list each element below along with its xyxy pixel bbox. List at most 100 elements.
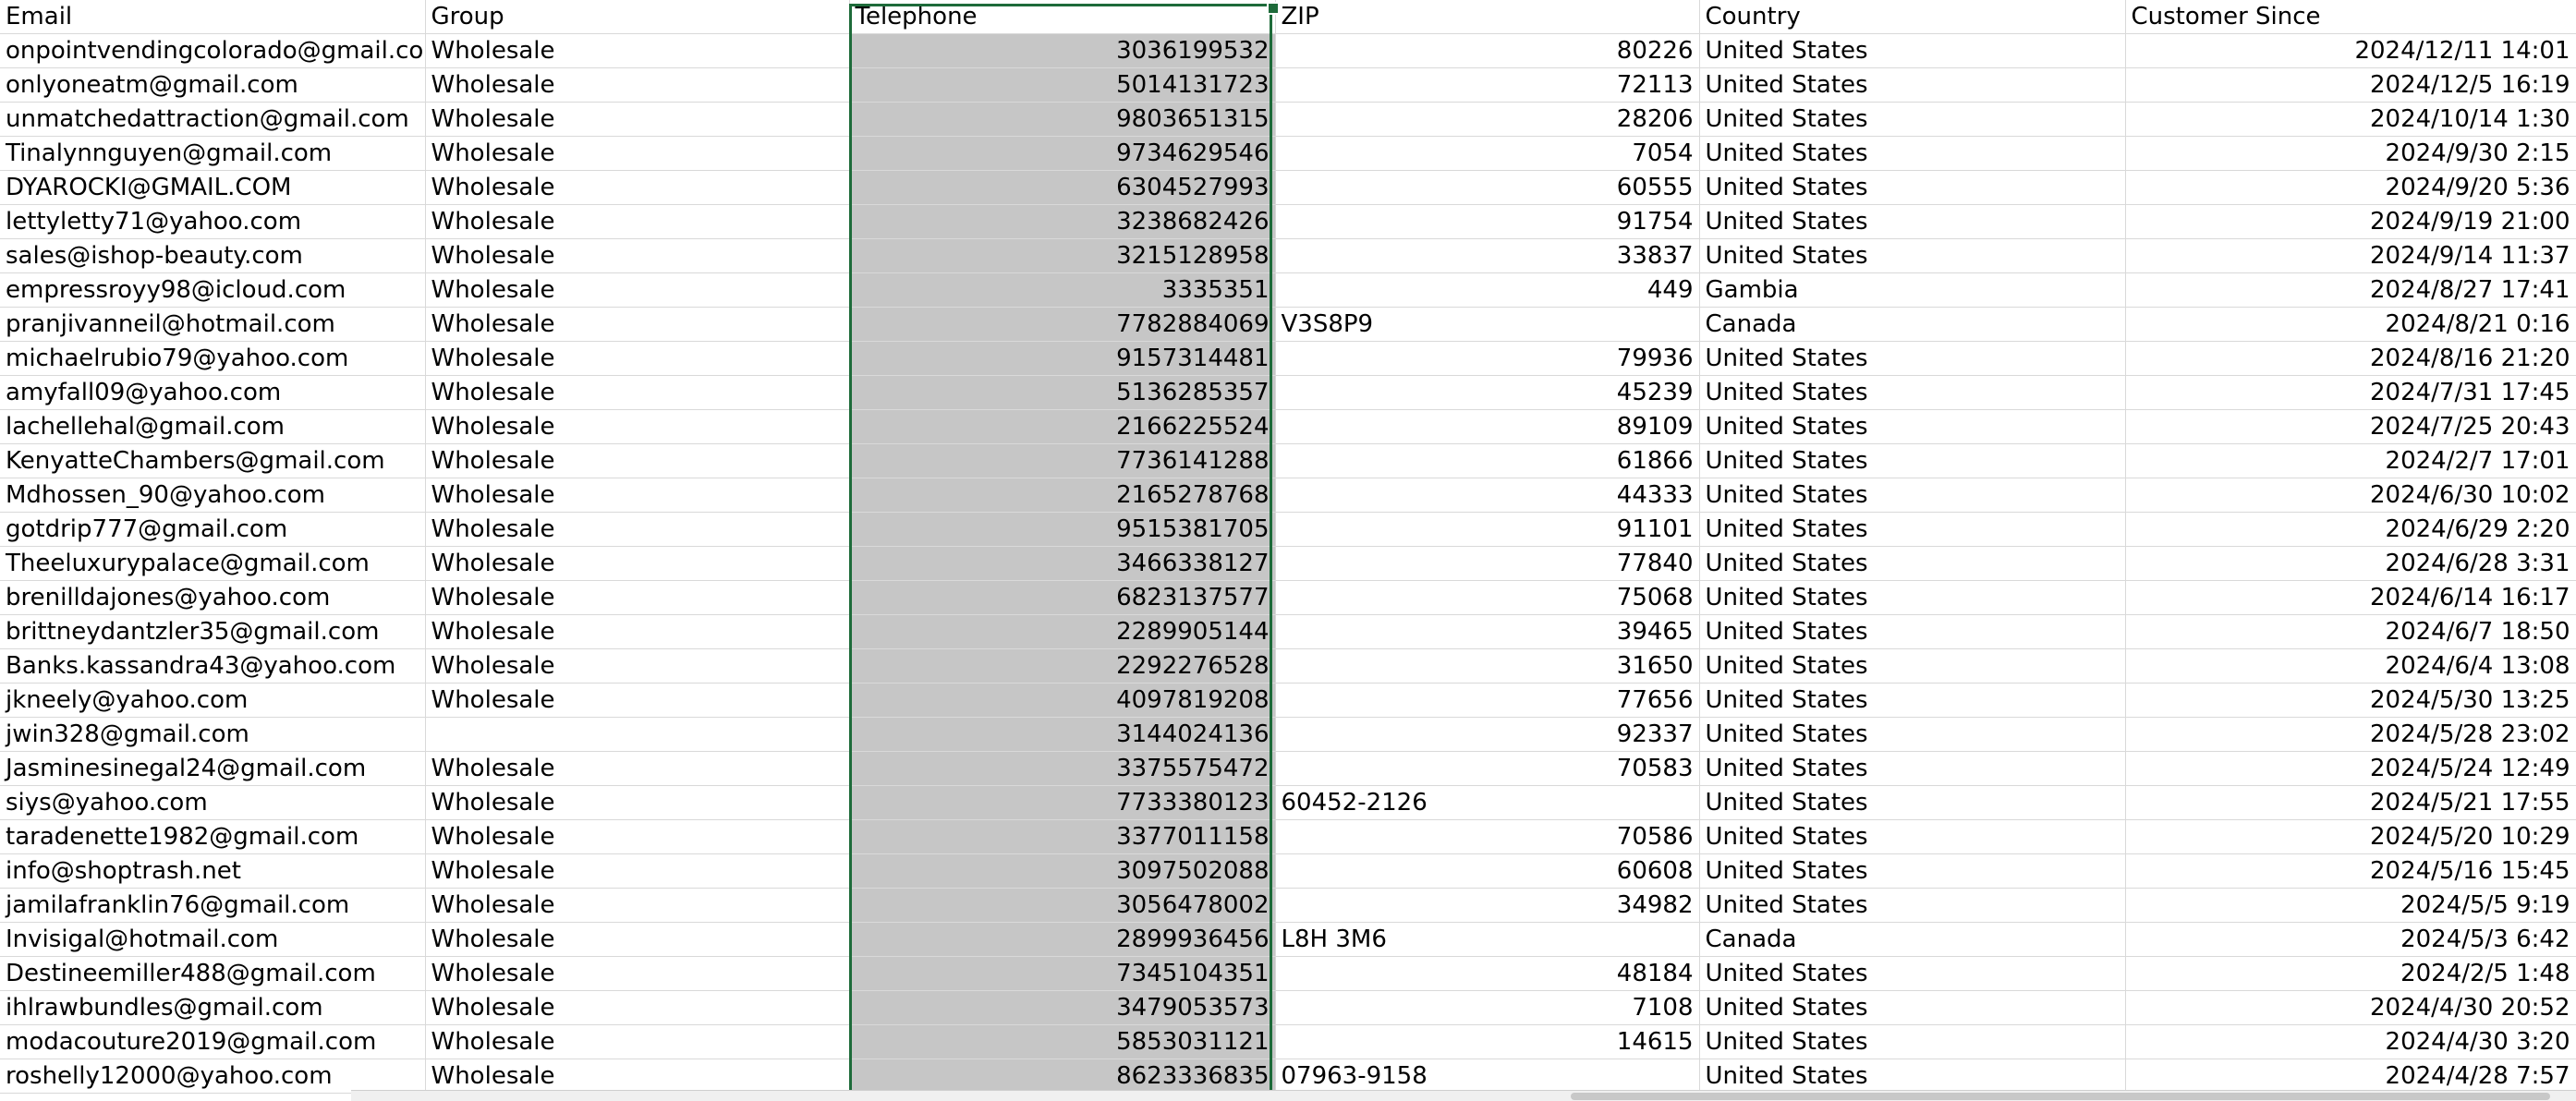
table-cell[interactable]: 3238682426 bbox=[849, 204, 1276, 239]
table-cell[interactable]: 39465 bbox=[1275, 614, 1700, 649]
table-cell[interactable]: 2024/12/5 16:19 bbox=[2125, 67, 2576, 103]
table-cell[interactable]: 9803651315 bbox=[849, 102, 1276, 137]
table-cell[interactable]: Wholesale bbox=[425, 170, 850, 205]
header-cell[interactable]: Group bbox=[425, 0, 850, 34]
table-cell[interactable]: 2024/9/20 5:36 bbox=[2125, 170, 2576, 205]
table-cell[interactable]: 7054 bbox=[1275, 136, 1700, 171]
table-cell[interactable]: 2024/6/4 13:08 bbox=[2125, 648, 2576, 684]
table-cell[interactable]: 3097502088 bbox=[849, 853, 1276, 889]
table-cell[interactable]: 89109 bbox=[1275, 409, 1700, 444]
table-cell[interactable]: Wholesale bbox=[425, 785, 850, 820]
table-cell[interactable]: 91101 bbox=[1275, 512, 1700, 547]
table-cell[interactable]: modacouture2019@gmail.com bbox=[0, 1024, 426, 1059]
table-cell[interactable]: 2024/8/27 17:41 bbox=[2125, 272, 2576, 308]
table-cell[interactable]: United States bbox=[1699, 717, 2126, 752]
table-cell[interactable]: 8623336835 bbox=[849, 1059, 1276, 1094]
table-cell[interactable]: 75068 bbox=[1275, 580, 1700, 615]
table-cell[interactable]: Wholesale bbox=[425, 33, 850, 68]
table-cell[interactable]: United States bbox=[1699, 785, 2126, 820]
table-cell[interactable]: Wholesale bbox=[425, 478, 850, 513]
table-cell[interactable]: United States bbox=[1699, 1024, 2126, 1059]
table-cell[interactable]: United States bbox=[1699, 751, 2126, 786]
table-cell[interactable]: United States bbox=[1699, 990, 2126, 1025]
table-cell[interactable]: Wholesale bbox=[425, 443, 850, 478]
table-cell[interactable]: 70583 bbox=[1275, 751, 1700, 786]
table-cell[interactable]: 60452-2126 bbox=[1275, 785, 1700, 820]
table-cell[interactable]: 28206 bbox=[1275, 102, 1700, 137]
table-cell[interactable]: United States bbox=[1699, 512, 2126, 547]
table-cell[interactable]: Wholesale bbox=[425, 580, 850, 615]
table-cell[interactable]: 9157314481 bbox=[849, 341, 1276, 376]
table-cell[interactable]: Wholesale bbox=[425, 751, 850, 786]
table-cell[interactable]: 2024/9/14 11:37 bbox=[2125, 238, 2576, 273]
header-cell[interactable]: Email bbox=[0, 0, 426, 34]
table-cell[interactable]: 61866 bbox=[1275, 443, 1700, 478]
table-cell[interactable]: amyfall09@yahoo.com bbox=[0, 375, 426, 410]
table-cell[interactable]: jkneely@yahoo.com bbox=[0, 683, 426, 718]
table-cell[interactable]: onpointvendingcolorado@gmail.com bbox=[0, 33, 426, 68]
header-cell[interactable]: Telephone bbox=[849, 0, 1276, 34]
table-cell[interactable]: 5853031121 bbox=[849, 1024, 1276, 1059]
table-cell[interactable]: 9515381705 bbox=[849, 512, 1276, 547]
table-cell[interactable]: 77840 bbox=[1275, 546, 1700, 581]
table-cell[interactable]: 3144024136 bbox=[849, 717, 1276, 752]
table-cell[interactable]: Wholesale bbox=[425, 546, 850, 581]
table-cell[interactable]: 79936 bbox=[1275, 341, 1700, 376]
table-cell[interactable]: 2024/6/29 2:20 bbox=[2125, 512, 2576, 547]
table-cell[interactable]: 48184 bbox=[1275, 956, 1700, 991]
table-cell[interactable]: 7733380123 bbox=[849, 785, 1276, 820]
table-cell[interactable]: taradenette1982@gmail.com bbox=[0, 819, 426, 854]
table-cell[interactable]: 2024/10/14 1:30 bbox=[2125, 102, 2576, 137]
table-cell[interactable]: United States bbox=[1699, 341, 2126, 376]
table-cell[interactable]: Wholesale bbox=[425, 648, 850, 684]
table-cell[interactable]: Wholesale bbox=[425, 614, 850, 649]
table-cell[interactable]: 2289905144 bbox=[849, 614, 1276, 649]
table-cell[interactable]: Tinalynnguyen@gmail.com bbox=[0, 136, 426, 171]
table-cell[interactable]: Wholesale bbox=[425, 307, 850, 342]
table-cell[interactable]: 2024/2/5 1:48 bbox=[2125, 956, 2576, 991]
table-cell[interactable]: michaelrubio79@yahoo.com bbox=[0, 341, 426, 376]
table-cell[interactable]: Wholesale bbox=[425, 1059, 850, 1094]
table-cell[interactable] bbox=[425, 717, 850, 752]
table-cell[interactable]: Gambia bbox=[1699, 272, 2126, 308]
table-cell[interactable]: Jasminesinegal24@gmail.com bbox=[0, 751, 426, 786]
table-cell[interactable]: United States bbox=[1699, 67, 2126, 103]
table-cell[interactable]: info@shoptrash.net bbox=[0, 853, 426, 889]
header-cell[interactable]: Customer Since bbox=[2125, 0, 2576, 34]
table-cell[interactable]: United States bbox=[1699, 819, 2126, 854]
table-cell[interactable]: United States bbox=[1699, 888, 2126, 923]
table-cell[interactable]: 14615 bbox=[1275, 1024, 1700, 1059]
table-cell[interactable]: United States bbox=[1699, 204, 2126, 239]
table-cell[interactable]: brenilldajones@yahoo.com bbox=[0, 580, 426, 615]
table-cell[interactable]: 45239 bbox=[1275, 375, 1700, 410]
table-cell[interactable]: Wholesale bbox=[425, 409, 850, 444]
table-cell[interactable]: 3335351 bbox=[849, 272, 1276, 308]
table-cell[interactable]: 3479053573 bbox=[849, 990, 1276, 1025]
table-cell[interactable]: United States bbox=[1699, 956, 2126, 991]
table-cell[interactable]: United States bbox=[1699, 443, 2126, 478]
table-cell[interactable]: 07963-9158 bbox=[1275, 1059, 1700, 1094]
table-cell[interactable]: KenyatteChambers@gmail.com bbox=[0, 443, 426, 478]
table-cell[interactable]: Wholesale bbox=[425, 238, 850, 273]
table-cell[interactable]: 3215128958 bbox=[849, 238, 1276, 273]
table-cell[interactable]: L8H 3M6 bbox=[1275, 922, 1700, 957]
table-cell[interactable]: Wholesale bbox=[425, 1024, 850, 1059]
table-cell[interactable]: United States bbox=[1699, 238, 2126, 273]
horizontal-scrollbar[interactable] bbox=[351, 1090, 2576, 1101]
table-cell[interactable]: jwin328@gmail.com bbox=[0, 717, 426, 752]
table-cell[interactable]: 2024/6/28 3:31 bbox=[2125, 546, 2576, 581]
table-cell[interactable]: 77656 bbox=[1275, 683, 1700, 718]
table-cell[interactable]: siys@yahoo.com bbox=[0, 785, 426, 820]
table-cell[interactable]: 2024/6/30 10:02 bbox=[2125, 478, 2576, 513]
table-cell[interactable]: United States bbox=[1699, 478, 2126, 513]
table-cell[interactable]: Wholesale bbox=[425, 683, 850, 718]
table-cell[interactable]: Theeluxurypalace@gmail.com bbox=[0, 546, 426, 581]
table-cell[interactable]: 2166225524 bbox=[849, 409, 1276, 444]
table-cell[interactable]: 2024/5/30 13:25 bbox=[2125, 683, 2576, 718]
table-cell[interactable]: 3377011158 bbox=[849, 819, 1276, 854]
table-cell[interactable]: 7782884069 bbox=[849, 307, 1276, 342]
table-cell[interactable]: unmatchedattraction@gmail.com bbox=[0, 102, 426, 137]
table-cell[interactable]: 2024/9/30 2:15 bbox=[2125, 136, 2576, 171]
table-cell[interactable]: 2024/4/30 3:20 bbox=[2125, 1024, 2576, 1059]
table-cell[interactable]: lettyletty71@yahoo.com bbox=[0, 204, 426, 239]
